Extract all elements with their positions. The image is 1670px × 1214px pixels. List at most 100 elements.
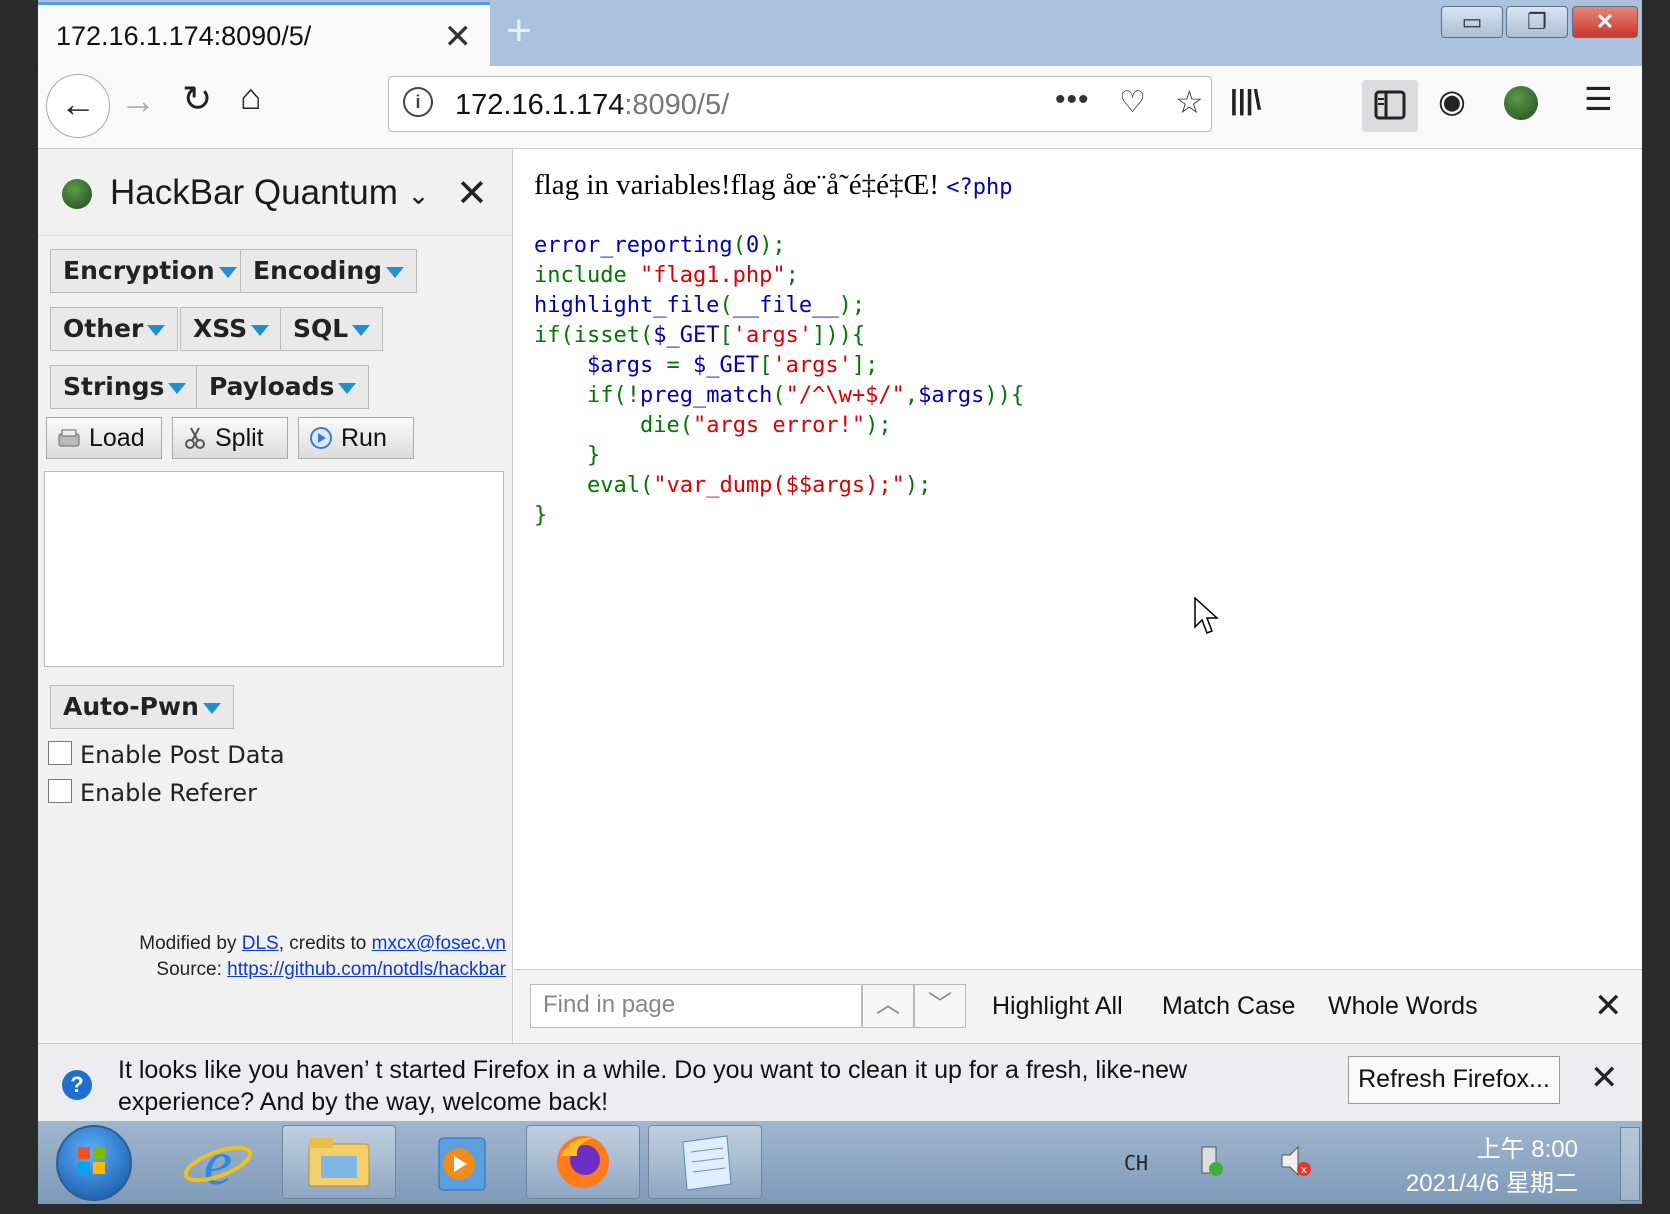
sidebar-close-icon[interactable]: ✕ — [456, 171, 488, 216]
encoding-menu[interactable]: Encoding — [240, 249, 418, 293]
source-line: Source: https://github.com/notdls/hackba… — [156, 959, 506, 981]
power-icon[interactable] — [1196, 1143, 1226, 1179]
start-button[interactable] — [56, 1125, 132, 1201]
hackbar-extension-icon[interactable] — [1504, 86, 1538, 120]
php-open-tag: <?php — [946, 175, 1013, 200]
source-text: Source: — [156, 959, 228, 980]
home-icon[interactable]: ⌂ — [240, 76, 262, 118]
load-button[interactable]: Load — [46, 417, 162, 459]
forward-icon[interactable]: → — [120, 80, 156, 122]
library-icon[interactable]: |||\ — [1230, 84, 1261, 116]
dropdown-triangle-icon — [338, 382, 357, 394]
code-line: } — [534, 443, 601, 468]
dropdown-triangle-icon — [352, 324, 371, 336]
code-line: $args = $_GET['args']; — [534, 353, 879, 378]
find-previous-button[interactable]: ︿ — [862, 984, 914, 1028]
tab-strip: 172.16.1.174:8090/5/ ✕ + ▭ ❐ ✕ — [38, 0, 1642, 66]
taskbar-media-player[interactable] — [404, 1125, 518, 1199]
new-tab-icon[interactable]: + — [506, 6, 532, 56]
svg-text:e: e — [204, 1127, 232, 1198]
dls-link[interactable]: DLS — [242, 933, 279, 954]
other-menu[interactable]: Other — [50, 307, 179, 351]
windows-taskbar: e CH x 上午 8:00 2021/4/6 星期二 — [38, 1121, 1642, 1204]
code-line: highlight_file(__file__); — [534, 293, 866, 318]
input-language-indicator[interactable]: CH — [1124, 1151, 1148, 1175]
url-host: 172.16.1.174 — [455, 89, 625, 121]
credits-modified-text: Modified by — [139, 933, 242, 954]
account-icon[interactable]: ◉ — [1438, 82, 1466, 120]
clock-date[interactable]: 2021/4/6 星期二 — [1378, 1163, 1578, 1198]
source-link[interactable]: https://github.com/notdls/hackbar — [227, 959, 506, 980]
enable-referer-label: Enable Referer — [80, 779, 257, 807]
run-play-icon — [310, 427, 332, 449]
reload-icon[interactable]: ↻ — [182, 78, 212, 120]
show-desktop-button[interactable] — [1620, 1127, 1640, 1201]
enable-referer-checkbox[interactable] — [48, 779, 72, 803]
find-bar-close-icon[interactable]: ✕ — [1594, 986, 1623, 1026]
url-bar[interactable]: i 172.16.1.174:8090/5/ ••• ♡ ☆ — [388, 76, 1212, 132]
sidebar-header: HackBar Quantum ⌄ ✕ — [38, 149, 512, 236]
url-text[interactable]: 172.16.1.174:8090/5/ — [455, 89, 729, 122]
page-actions-icon[interactable]: ••• — [1055, 83, 1090, 117]
question-icon: ? — [62, 1070, 92, 1100]
maximize-button[interactable]: ❐ — [1506, 6, 1568, 38]
internet-explorer-icon: e — [183, 1127, 253, 1198]
taskbar-notepad[interactable] — [648, 1125, 762, 1199]
windows-logo-icon — [78, 1147, 105, 1174]
tab-title: 172.16.1.174:8090/5/ — [56, 21, 312, 51]
back-button[interactable]: ← — [46, 74, 110, 138]
taskbar-explorer[interactable] — [282, 1125, 396, 1199]
url-path: :8090/5/ — [624, 89, 730, 121]
sidebar-title[interactable]: HackBar Quantum ⌄ — [110, 173, 429, 213]
match-case-option[interactable]: Match Case — [1162, 992, 1295, 1021]
tab-close-icon[interactable]: ✕ — [444, 17, 473, 57]
xss-label: XSS — [193, 314, 248, 343]
site-info-icon[interactable]: i — [403, 87, 433, 117]
minimize-button[interactable]: ▭ — [1441, 6, 1503, 38]
volume-muted-icon[interactable]: x — [1278, 1143, 1314, 1179]
code-line: include "flag1.php"; — [534, 263, 799, 288]
sql-menu[interactable]: SQL — [280, 307, 384, 351]
hackbar-sidebar: HackBar Quantum ⌄ ✕ Encryption Encoding … — [38, 149, 513, 1043]
dropdown-triangle-icon — [386, 266, 405, 278]
encryption-label: Encryption — [63, 256, 215, 285]
page-content: flag in variables!flag åœ¨å˜é‡é‡Œ! <?php… — [514, 149, 1642, 969]
find-in-page-input[interactable]: Find in page — [530, 984, 862, 1028]
payloads-menu[interactable]: Payloads — [196, 365, 370, 409]
credits-line: Modified by DLS, credits to mxcx@fosec.v… — [139, 933, 506, 955]
sidebar-icon — [1374, 90, 1406, 120]
run-button[interactable]: Run — [298, 417, 414, 459]
run-label: Run — [341, 424, 387, 452]
autopwn-label: Auto-Pwn — [63, 692, 199, 721]
navigation-toolbar: ← → ↻ ⌂ i 172.16.1.174:8090/5/ ••• ♡ ☆ |… — [38, 66, 1642, 149]
bookmark-star-icon[interactable]: ☆ — [1175, 83, 1204, 121]
credits-to-text: , credits to — [278, 933, 372, 954]
code-line: } — [534, 503, 548, 528]
window-close-button[interactable]: ✕ — [1572, 6, 1638, 38]
menu-icon[interactable]: ☰ — [1584, 80, 1613, 118]
dropdown-triangle-icon — [168, 382, 187, 394]
highlight-all-option[interactable]: Highlight All — [992, 992, 1123, 1021]
pocket-icon[interactable]: ♡ — [1119, 85, 1146, 120]
encryption-menu[interactable]: Encryption — [50, 249, 250, 293]
whole-words-option[interactable]: Whole Words — [1328, 992, 1478, 1021]
autopwn-menu[interactable]: Auto-Pwn — [50, 685, 234, 729]
notification-close-icon[interactable]: ✕ — [1590, 1058, 1619, 1098]
tab-active[interactable]: 172.16.1.174:8090/5/ ✕ — [38, 2, 490, 66]
split-button[interactable]: Split — [172, 417, 288, 459]
dropdown-triangle-icon — [202, 702, 221, 714]
other-label: Other — [63, 314, 144, 343]
encoding-label: Encoding — [253, 256, 383, 285]
taskbar-firefox[interactable] — [526, 1125, 640, 1199]
sidebar-toggle-button[interactable] — [1362, 80, 1418, 132]
xss-menu[interactable]: XSS — [180, 307, 283, 351]
find-next-button[interactable]: ﹀ — [914, 984, 966, 1028]
refresh-firefox-button[interactable]: Refresh Firefox... — [1348, 1056, 1560, 1104]
sql-label: SQL — [293, 314, 349, 343]
clock-time[interactable]: 上午 8:00 — [1418, 1129, 1578, 1164]
strings-menu[interactable]: Strings — [50, 365, 200, 409]
taskbar-ie[interactable]: e — [160, 1125, 274, 1199]
enable-post-checkbox[interactable] — [48, 741, 72, 765]
url-textarea[interactable] — [44, 471, 504, 667]
mxcx-email-link[interactable]: mxcx@fosec.vn — [372, 933, 506, 954]
